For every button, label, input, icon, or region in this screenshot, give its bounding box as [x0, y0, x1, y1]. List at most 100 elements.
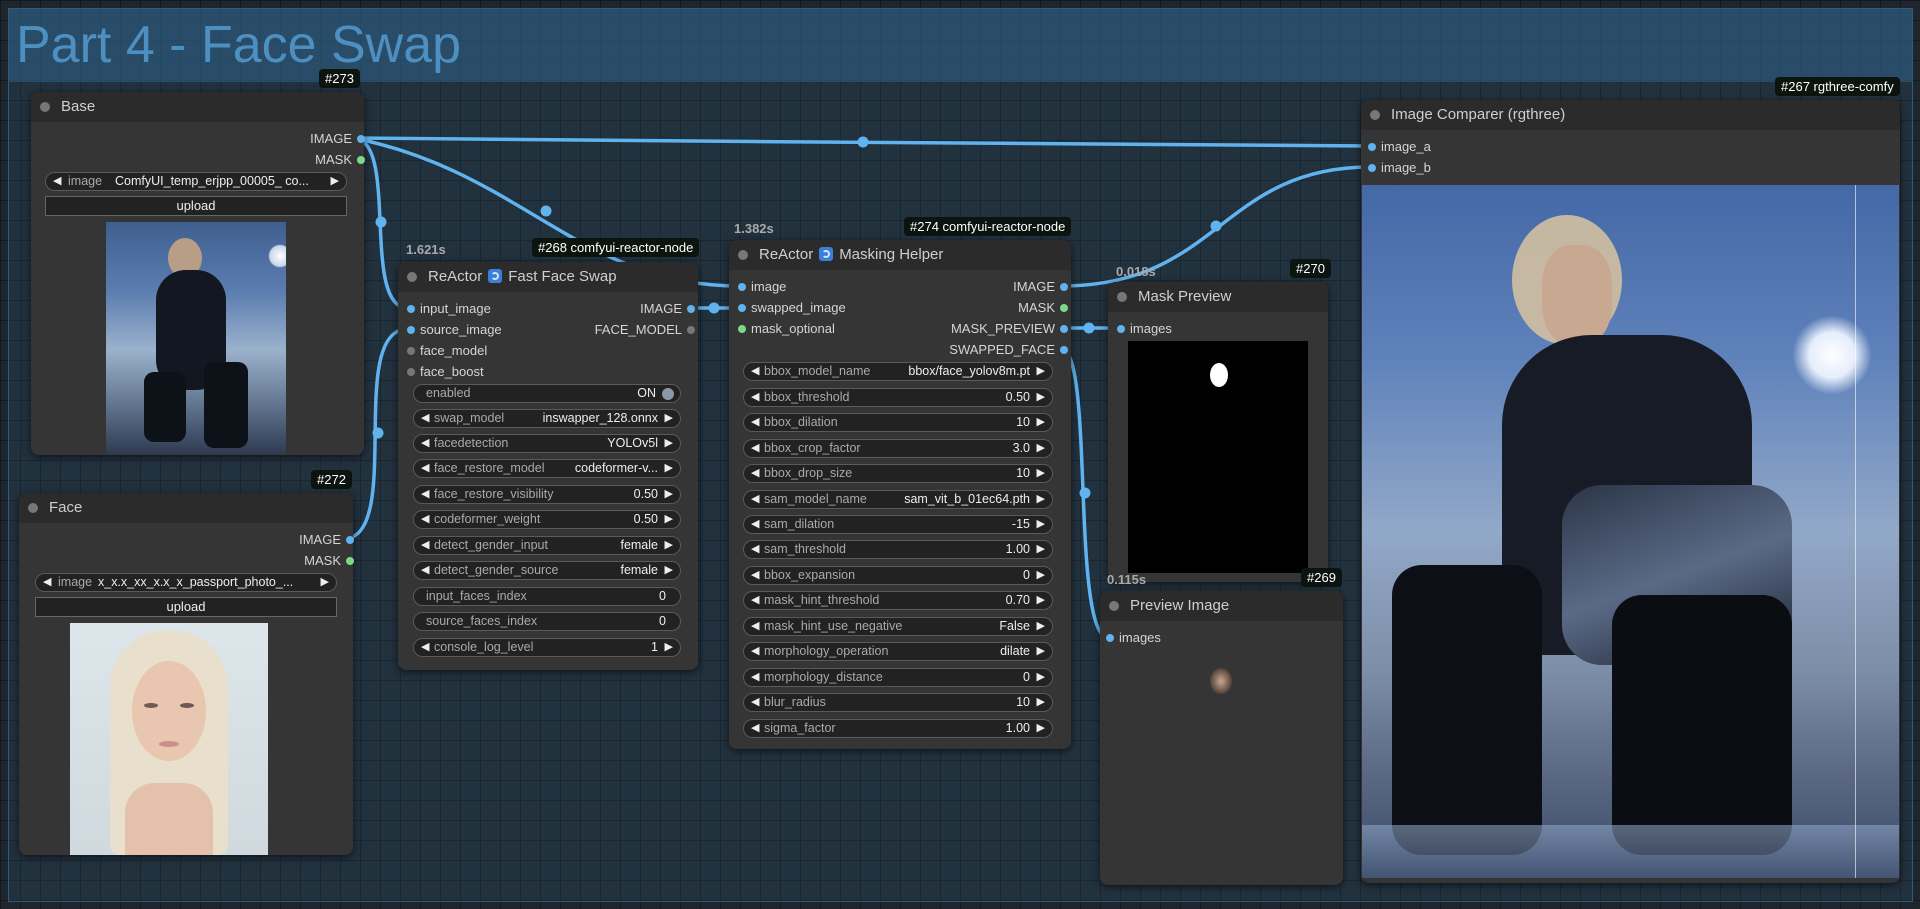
- base-node[interactable]: Base IMAGE MASK ◀ image ComfyUI_temp_erj…: [31, 92, 365, 455]
- sam-dilation-number[interactable]: ◀ sam_dilation -15 ▶: [743, 515, 1053, 534]
- bbox-model-name-combo[interactable]: ◀ bbox_model_name bbox/face_yolov8m.pt ▶: [743, 362, 1053, 381]
- slot-dot-icon[interactable]: [1060, 346, 1068, 354]
- arrow-left-icon[interactable]: ◀: [421, 562, 429, 579]
- arrow-right-icon[interactable]: ▶: [665, 486, 673, 503]
- slot-dot-icon[interactable]: [1368, 164, 1376, 172]
- arrow-right-icon[interactable]: ▶: [1037, 414, 1045, 431]
- node-title[interactable]: Base: [31, 92, 364, 122]
- upload-button[interactable]: upload: [35, 597, 337, 617]
- input-face-boost[interactable]: face_boost: [407, 364, 484, 379]
- arrow-left-icon[interactable]: ◀: [751, 694, 759, 711]
- arrow-right-icon[interactable]: ▶: [1037, 491, 1045, 508]
- slot-dot-icon[interactable]: [346, 536, 354, 544]
- input-mask-optional[interactable]: mask_optional: [738, 321, 835, 336]
- output-swapped-face[interactable]: SWAPPED_FACE: [949, 342, 1068, 357]
- slot-dot-icon[interactable]: [407, 368, 415, 376]
- slot-dot-icon[interactable]: [357, 156, 365, 164]
- node-title[interactable]: Image Comparer (rgthree): [1361, 100, 1900, 130]
- slot-dot-icon[interactable]: [738, 304, 746, 312]
- reactor-masking-helper-node[interactable]: ReActor Masking Helper image swapped_imag…: [729, 240, 1071, 749]
- arrow-right-icon[interactable]: ▶: [1037, 643, 1045, 660]
- bbox-threshold-number[interactable]: ◀ bbox_threshold 0.50 ▶: [743, 388, 1053, 407]
- face-node[interactable]: Face IMAGE MASK ◀ image x_x.x_xx_x.x_x_p…: [19, 493, 354, 855]
- input-image-b[interactable]: image_b: [1368, 160, 1431, 175]
- arrow-right-icon[interactable]: ▶: [665, 435, 673, 452]
- arrow-right-icon[interactable]: ▶: [665, 537, 673, 554]
- input-image-a[interactable]: image_a: [1368, 139, 1431, 154]
- arrow-right-icon[interactable]: ▶: [1037, 465, 1045, 482]
- arrow-left-icon[interactable]: ◀: [43, 574, 51, 591]
- slot-dot-icon[interactable]: [687, 326, 695, 334]
- arrow-left-icon[interactable]: ◀: [751, 541, 759, 558]
- arrow-right-icon[interactable]: ▶: [1037, 720, 1045, 737]
- collapse-dot-icon[interactable]: [407, 272, 417, 282]
- arrow-left-icon[interactable]: ◀: [751, 643, 759, 660]
- arrow-right-icon[interactable]: ▶: [321, 574, 329, 591]
- arrow-left-icon[interactable]: ◀: [751, 567, 759, 584]
- slot-dot-icon[interactable]: [1368, 143, 1376, 151]
- collapse-dot-icon[interactable]: [40, 102, 50, 112]
- arrow-left-icon[interactable]: ◀: [421, 486, 429, 503]
- slot-dot-icon[interactable]: [407, 326, 415, 334]
- arrow-left-icon[interactable]: ◀: [421, 410, 429, 427]
- morphology-distance-number[interactable]: ◀ morphology_distance 0 ▶: [743, 668, 1053, 687]
- arrow-left-icon[interactable]: ◀: [751, 669, 759, 686]
- mask-preview-node[interactable]: Mask Preview images: [1108, 282, 1328, 582]
- collapse-dot-icon[interactable]: [1109, 601, 1119, 611]
- bbox-crop-factor-number[interactable]: ◀ bbox_crop_factor 3.0 ▶: [743, 439, 1053, 458]
- sam-threshold-number[interactable]: ◀ sam_threshold 1.00 ▶: [743, 540, 1053, 559]
- input-source-image[interactable]: source_image: [407, 322, 502, 337]
- slot-dot-icon[interactable]: [346, 557, 354, 565]
- node-title[interactable]: ReActor Fast Face Swap: [398, 262, 698, 292]
- arrow-left-icon[interactable]: ◀: [421, 435, 429, 452]
- arrow-left-icon[interactable]: ◀: [421, 639, 429, 656]
- arrow-right-icon[interactable]: ▶: [665, 460, 673, 477]
- comparer-image[interactable]: [1362, 185, 1899, 878]
- detect-gender-source-combo[interactable]: ◀ detect_gender_source female ▶: [413, 561, 681, 580]
- preview-image-node[interactable]: Preview Image images: [1100, 591, 1343, 885]
- enabled-toggle[interactable]: enabled ON: [413, 384, 681, 403]
- blur-radius-number[interactable]: ◀ blur_radius 10 ▶: [743, 693, 1053, 712]
- arrow-left-icon[interactable]: ◀: [751, 465, 759, 482]
- arrow-right-icon[interactable]: ▶: [331, 173, 339, 190]
- face-restore-visibility-number[interactable]: ◀ face_restore_visibility 0.50 ▶: [413, 485, 681, 504]
- input-images[interactable]: images: [1117, 321, 1172, 336]
- arrow-left-icon[interactable]: ◀: [53, 173, 61, 190]
- arrow-left-icon[interactable]: ◀: [751, 720, 759, 737]
- slot-dot-icon[interactable]: [1060, 283, 1068, 291]
- arrow-left-icon[interactable]: ◀: [421, 537, 429, 554]
- collapse-dot-icon[interactable]: [1117, 292, 1127, 302]
- arrow-right-icon[interactable]: ▶: [665, 511, 673, 528]
- toggle-knob-icon[interactable]: [662, 388, 674, 400]
- arrow-right-icon[interactable]: ▶: [1037, 669, 1045, 686]
- detect-gender-input-combo[interactable]: ◀ detect_gender_input female ▶: [413, 536, 681, 555]
- arrow-right-icon[interactable]: ▶: [1037, 389, 1045, 406]
- arrow-left-icon[interactable]: ◀: [751, 618, 759, 635]
- arrow-right-icon[interactable]: ▶: [1037, 516, 1045, 533]
- input-face-model[interactable]: face_model: [407, 343, 487, 358]
- mask-hint-threshold-number[interactable]: ◀ mask_hint_threshold 0.70 ▶: [743, 591, 1053, 610]
- arrow-right-icon[interactable]: ▶: [1037, 440, 1045, 457]
- output-image[interactable]: IMAGE: [640, 301, 695, 316]
- face-restore-model-combo[interactable]: ◀ face_restore_model codeformer-v... ▶: [413, 459, 681, 478]
- input-faces-index-field[interactable]: input_faces_index 0: [413, 587, 681, 606]
- codeformer-weight-number[interactable]: ◀ codeformer_weight 0.50 ▶: [413, 510, 681, 529]
- mask-hint-use-negative-combo[interactable]: ◀ mask_hint_use_negative False ▶: [743, 617, 1053, 636]
- facedetection-combo[interactable]: ◀ facedetection YOLOv5l ▶: [413, 434, 681, 453]
- slot-dot-icon[interactable]: [1117, 325, 1125, 333]
- output-mask[interactable]: MASK: [304, 553, 354, 568]
- reactor-fast-face-swap-node[interactable]: ReActor Fast Face Swap input_image source…: [398, 262, 698, 670]
- upload-button[interactable]: upload: [45, 196, 347, 216]
- slot-dot-icon[interactable]: [407, 347, 415, 355]
- arrow-right-icon[interactable]: ▶: [1037, 694, 1045, 711]
- input-swapped-image[interactable]: swapped_image: [738, 300, 846, 315]
- input-image[interactable]: image: [738, 279, 786, 294]
- node-title[interactable]: Mask Preview: [1108, 282, 1328, 312]
- swap-model-combo[interactable]: ◀ swap_model inswapper_128.onnx ▶: [413, 409, 681, 428]
- slot-dot-icon[interactable]: [738, 283, 746, 291]
- collapse-dot-icon[interactable]: [1370, 110, 1380, 120]
- arrow-left-icon[interactable]: ◀: [751, 491, 759, 508]
- source-faces-index-field[interactable]: source_faces_index 0: [413, 612, 681, 631]
- arrow-left-icon[interactable]: ◀: [751, 414, 759, 431]
- arrow-right-icon[interactable]: ▶: [1037, 363, 1045, 380]
